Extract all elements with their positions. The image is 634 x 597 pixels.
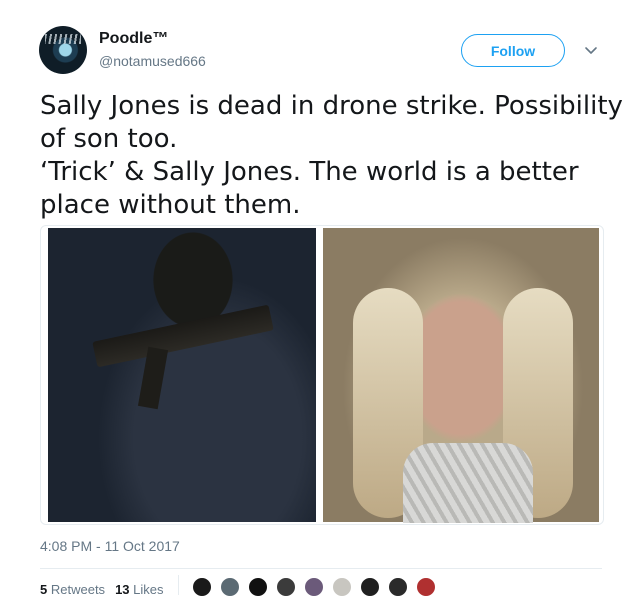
liker-avatar-icon[interactable] — [360, 577, 380, 597]
tweet-text-line: place without them. — [40, 190, 301, 220]
liker-avatar-icon[interactable] — [416, 577, 436, 597]
chevron-down-icon[interactable] — [584, 43, 598, 57]
divider — [40, 568, 602, 569]
user-handle[interactable]: @notamused666 — [99, 53, 206, 69]
photo-armed-man[interactable] — [48, 228, 316, 522]
scarf-shape — [403, 443, 533, 523]
tweet-text-line: ‘Trick’ & Sally Jones. The world is a be… — [40, 157, 579, 187]
photo-woman-portrait[interactable] — [323, 228, 599, 523]
tweet-text-line: of son too. — [40, 124, 178, 154]
stats-separator — [178, 575, 179, 595]
liker-avatar-icon[interactable] — [332, 577, 352, 597]
follow-button[interactable]: Follow — [461, 34, 565, 67]
liker-avatar-icon[interactable] — [220, 577, 240, 597]
liker-avatar-icon[interactable] — [388, 577, 408, 597]
liker-avatar-icon[interactable] — [276, 577, 296, 597]
tweet-text: Sally Jones is dead in drone strike. Pos… — [40, 90, 623, 222]
liker-avatar-icon[interactable] — [192, 577, 212, 597]
rifle-shape — [92, 304, 274, 368]
tweet-timestamp[interactable]: 4:08 PM - 11 Oct 2017 — [40, 538, 180, 554]
tweet-text-line: Sally Jones is dead in drone strike. Pos… — [40, 91, 623, 121]
liker-avatar-icon[interactable] — [248, 577, 268, 597]
tweet-media — [40, 225, 604, 525]
avatar-icon[interactable] — [39, 26, 87, 74]
liker-avatar-icon[interactable] — [304, 577, 324, 597]
display-name[interactable]: Poodle™ — [99, 30, 168, 48]
